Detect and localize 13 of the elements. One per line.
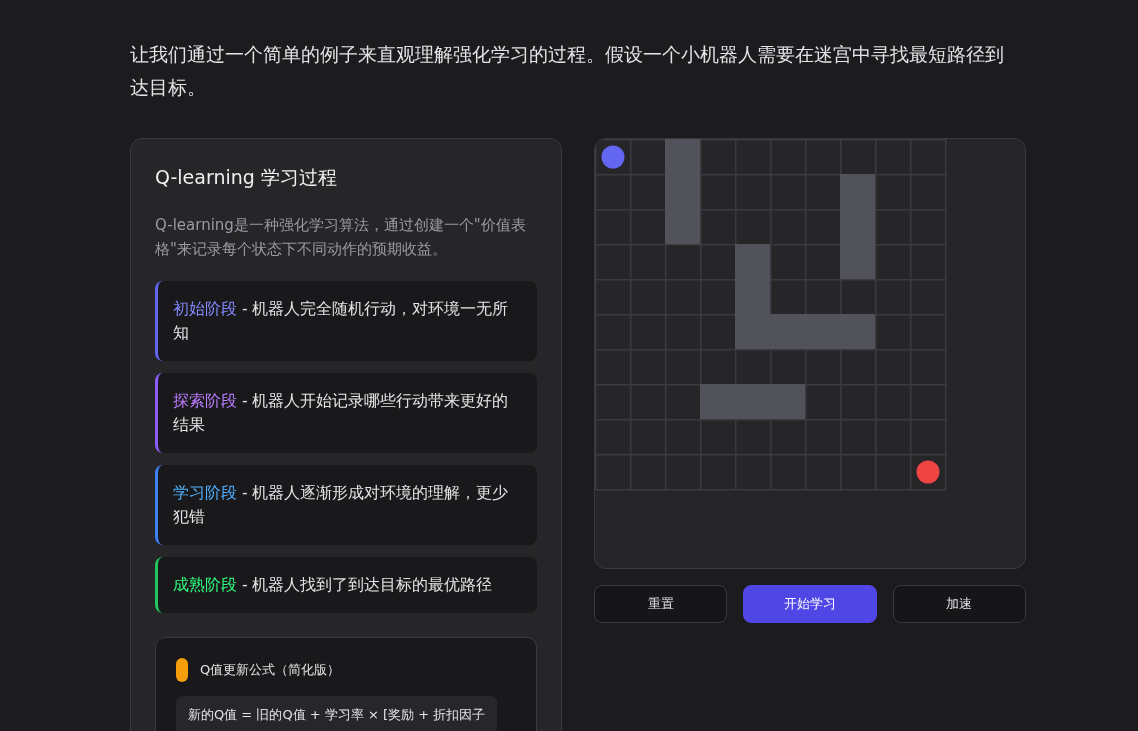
- action-button[interactable]: 重置: [594, 585, 728, 623]
- action-button[interactable]: 加速: [892, 585, 1026, 623]
- description-text: Q-learning是一种强化学习算法，通过创建一个"价值表格"来记录每个状态下不同动作的预期收益。: [155, 215, 527, 260]
- intro-paragraph: 让我们通过一个简单的例子来直观理解强化学习的过程。假设一个小机器人需要在迷宫中寻找最短路径到达目标。: [130, 42, 1005, 100]
- phase-item: 成熟阶段 - 机器人找到了到达目标的最优路径: [155, 557, 537, 613]
- pill-icon: [176, 658, 188, 682]
- phase-item: 初始阶段 - 机器人完全随机行动，对环境一无所知: [155, 281, 537, 361]
- card-title: Q-learning 学习过程: [155, 165, 338, 190]
- formula-text: 新的Q值 = 旧的Q值 + 学习率 × [奖励 + 折扣因子: [176, 696, 498, 731]
- phase-item: 探索阶段 - 机器人开始记录哪些行动带来更好的结果: [155, 373, 537, 453]
- formula-title: Q值更新公式（简化版）: [200, 661, 341, 679]
- phase-item: 学习阶段 - 机器人逐渐形成对环境的理解，更少犯错: [155, 465, 537, 545]
- action-button[interactable]: 开始学习: [743, 585, 877, 623]
